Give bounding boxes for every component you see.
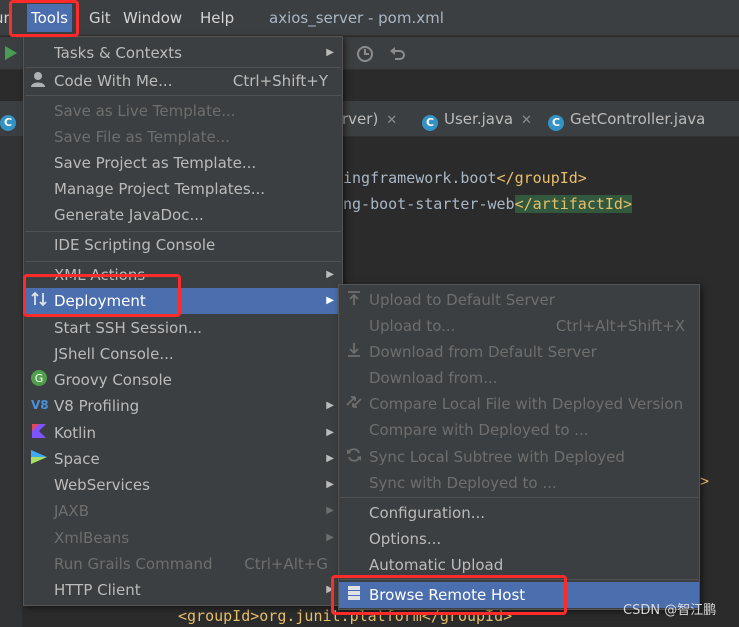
menu-git[interactable]: Git — [89, 9, 111, 27]
menu-item-sync-local: Sync Local Subtree with Deployed — [339, 444, 699, 470]
submenu-arrow-icon: ▶ — [326, 505, 334, 516]
ide-window: un Tools Git Window Help axios_server - … — [0, 0, 739, 627]
v8-icon: V8 — [31, 398, 48, 412]
deployment-icon — [31, 291, 47, 307]
submenu-arrow-icon: ▶ — [326, 532, 334, 543]
menu-tools[interactable]: Tools — [27, 4, 72, 32]
submenu-arrow-icon: ▶ — [326, 400, 334, 411]
menu-item-automatic-upload[interactable]: Automatic Upload — [339, 552, 699, 578]
menu-item-compare-deployed: Compare with Deployed to ... — [369, 421, 589, 439]
undo-icon[interactable] — [388, 45, 406, 63]
menu-item-v8-profiling[interactable]: V8 V8 Profiling ▶ — [24, 393, 342, 419]
menu-item-options[interactable]: Options... — [339, 526, 699, 552]
svg-text:V8: V8 — [31, 398, 48, 412]
class-icon: C — [0, 115, 16, 131]
editor-gutter — [0, 137, 22, 627]
menu-item-start-ssh[interactable]: Start SSH Session... — [24, 315, 342, 341]
watermark: CSDN @智江鹏 — [623, 603, 717, 618]
menu-item-save-file-template: Save File as Template... — [54, 128, 230, 146]
menu-item-generate-javadoc[interactable]: Generate JavaDoc... — [24, 202, 342, 228]
menu-item-http-client[interactable]: HTTP Client ▶ — [24, 577, 342, 603]
menu-bar: un Tools Git Window Help axios_server - … — [0, 0, 739, 36]
class-icon: C — [548, 115, 564, 131]
menu-item-xml-actions[interactable]: XML Actions ▶ — [24, 262, 342, 288]
menu-item-save-project-template[interactable]: Save Project as Template... — [24, 150, 342, 176]
menu-item-upload-default: Upload to Default Server — [339, 287, 699, 313]
tab-getcontroller-java[interactable]: C GetController.java — [548, 101, 705, 137]
close-icon[interactable]: ✕ — [521, 113, 532, 128]
history-icon[interactable] — [356, 45, 374, 63]
menu-item-manage-templates[interactable]: Manage Project Templates... — [24, 176, 342, 202]
code-line: ingframework.boot</groupId> — [343, 169, 587, 187]
class-icon: C — [422, 115, 438, 131]
submenu-arrow-icon: ▶ — [326, 269, 334, 280]
submenu-arrow-icon: ▶ — [326, 453, 334, 464]
window-title: axios_server - pom.xml — [269, 9, 444, 27]
menu-item-run-grails: Run Grails Command Ctrl+Alt+G — [54, 555, 328, 573]
close-icon[interactable]: ✕ — [386, 113, 397, 128]
run-icon[interactable] — [4, 45, 18, 61]
deployment-submenu: Upload to Default Server Upload to... Ctr… — [338, 284, 700, 610]
menu-run[interactable]: un — [0, 9, 13, 27]
submenu-arrow-icon: ▶ — [326, 427, 334, 438]
kotlin-icon — [32, 424, 46, 438]
svg-text:G: G — [35, 372, 44, 385]
submenu-arrow-icon: ▶ — [326, 584, 334, 595]
tab-user-java[interactable]: C User.java ✕ — [422, 101, 532, 137]
menu-item-space[interactable]: Space ▶ — [24, 446, 342, 472]
menu-item-upload-to: Upload to... Ctrl+Alt+Shift+X — [369, 317, 685, 335]
menu-item-save-live-template: Save as Live Template... — [54, 102, 236, 120]
compare-icon — [346, 396, 362, 408]
menu-item-groovy-console[interactable]: G Groovy Console — [24, 367, 342, 393]
tab-pom[interactable]: rver) ✕ — [342, 101, 397, 137]
code-line: > — [700, 472, 710, 490]
menu-item-kotlin[interactable]: Kotlin ▶ — [24, 420, 342, 446]
menu-item-webservices[interactable]: WebServices ▶ — [24, 472, 342, 498]
menu-item-xmlbeans: XmlBeans ▶ — [24, 525, 342, 551]
menu-item-compare-local: Compare Local File with Deployed Version — [339, 391, 699, 417]
tools-menu: Tasks & Contexts ▶ Code With Me... Ctrl+Sh… — [23, 36, 343, 606]
menu-item-tasks-contexts[interactable]: Tasks & Contexts ▶ — [24, 40, 342, 66]
submenu-arrow-icon: ▶ — [326, 47, 334, 58]
person-icon — [31, 72, 45, 87]
menu-item-ide-scripting-console[interactable]: IDE Scripting Console — [24, 232, 342, 258]
menu-item-download-from: Download from... — [369, 369, 498, 387]
menu-item-deployment[interactable]: Deployment ▶ — [24, 288, 342, 314]
groovy-icon: G — [31, 370, 47, 386]
menu-item-code-with-me[interactable]: Code With Me... Ctrl+Shift+Y — [24, 68, 342, 94]
upload-icon — [348, 291, 360, 305]
server-icon — [348, 586, 360, 600]
download-icon — [348, 343, 360, 357]
menu-item-jaxb: JAXB ▶ — [24, 498, 342, 524]
submenu-arrow-icon: ▶ — [326, 295, 334, 306]
code-line: ng-boot-starter-web</artifactId> — [343, 195, 632, 213]
menu-item-jshell[interactable]: JShell Console... — [24, 341, 342, 367]
menu-window[interactable]: Window — [123, 9, 182, 27]
menu-item-download-default: Download from Default Server — [339, 339, 699, 365]
submenu-arrow-icon: ▶ — [326, 479, 334, 490]
menu-help[interactable]: Help — [200, 9, 234, 27]
menu-item-sync-deployed: Sync with Deployed to ... — [369, 474, 557, 492]
space-icon — [31, 450, 47, 464]
menu-item-configuration[interactable]: Configuration... — [339, 500, 699, 526]
sync-icon — [347, 448, 361, 462]
